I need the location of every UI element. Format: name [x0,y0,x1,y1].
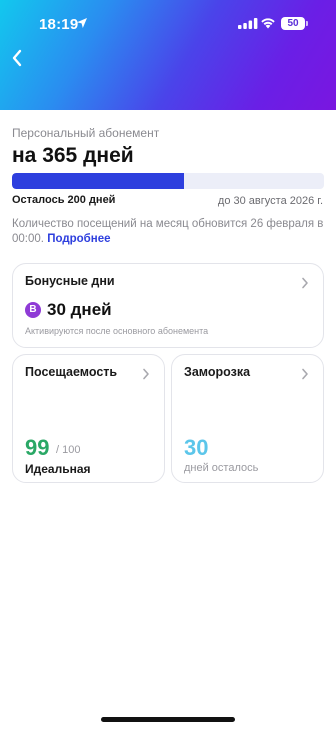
days-remaining: Осталось 200 дней [12,194,116,206]
attendance-max: / 100 [56,444,81,456]
more-link[interactable]: Подробнее [47,233,110,245]
home-indicator [101,717,235,722]
valid-until: до 30 августа 2026 г. [217,195,323,207]
bonus-days-value: 30 дней [47,300,112,319]
visits-note: Количество посещений на месяц обновится … [12,217,328,247]
location-arrow-icon [77,18,87,28]
battery-tip [306,21,308,26]
chevron-right-icon [302,277,308,289]
freeze-days-value: 30 [184,435,209,460]
subscription-info: Персональный абонемент на 365 дней [12,126,324,168]
freeze-card[interactable]: Заморозка 30 дней осталось [171,354,324,483]
subscription-progress-fill [12,173,184,189]
subscription-type: Персональный абонемент [12,126,160,140]
freeze-title: Заморозка [184,365,251,379]
chevron-left-icon [12,49,22,67]
chevron-right-icon [143,368,149,380]
back-button[interactable] [6,46,28,70]
bonus-days-card[interactable]: Бонусные дни B 30 дней Активируются посл… [12,263,324,348]
cellular-signal-icon [238,18,258,29]
bonus-days-title: Бонусные дни [25,274,115,288]
header-banner: 18:19 50 [0,0,336,110]
status-time: 18:19 [39,16,79,33]
subscription-title: на 365 дней [12,144,134,167]
attendance-score: 99 [25,435,50,460]
bonus-days-note: Активируются после основного абонемента [25,326,209,336]
attendance-card[interactable]: Посещаемость 99 / 100 Идеальная [12,354,165,483]
wifi-icon [261,18,275,29]
attendance-title: Посещаемость [25,365,118,379]
attendance-label: Идеальная [25,462,91,476]
subscription-progress-bar [12,173,324,189]
battery-icon: 50 [281,17,305,30]
bonus-badge-icon: B [25,302,41,318]
chevron-right-icon [302,368,308,380]
status-bar: 18:19 50 [0,0,336,48]
freeze-days-note: дней осталось [184,462,259,474]
